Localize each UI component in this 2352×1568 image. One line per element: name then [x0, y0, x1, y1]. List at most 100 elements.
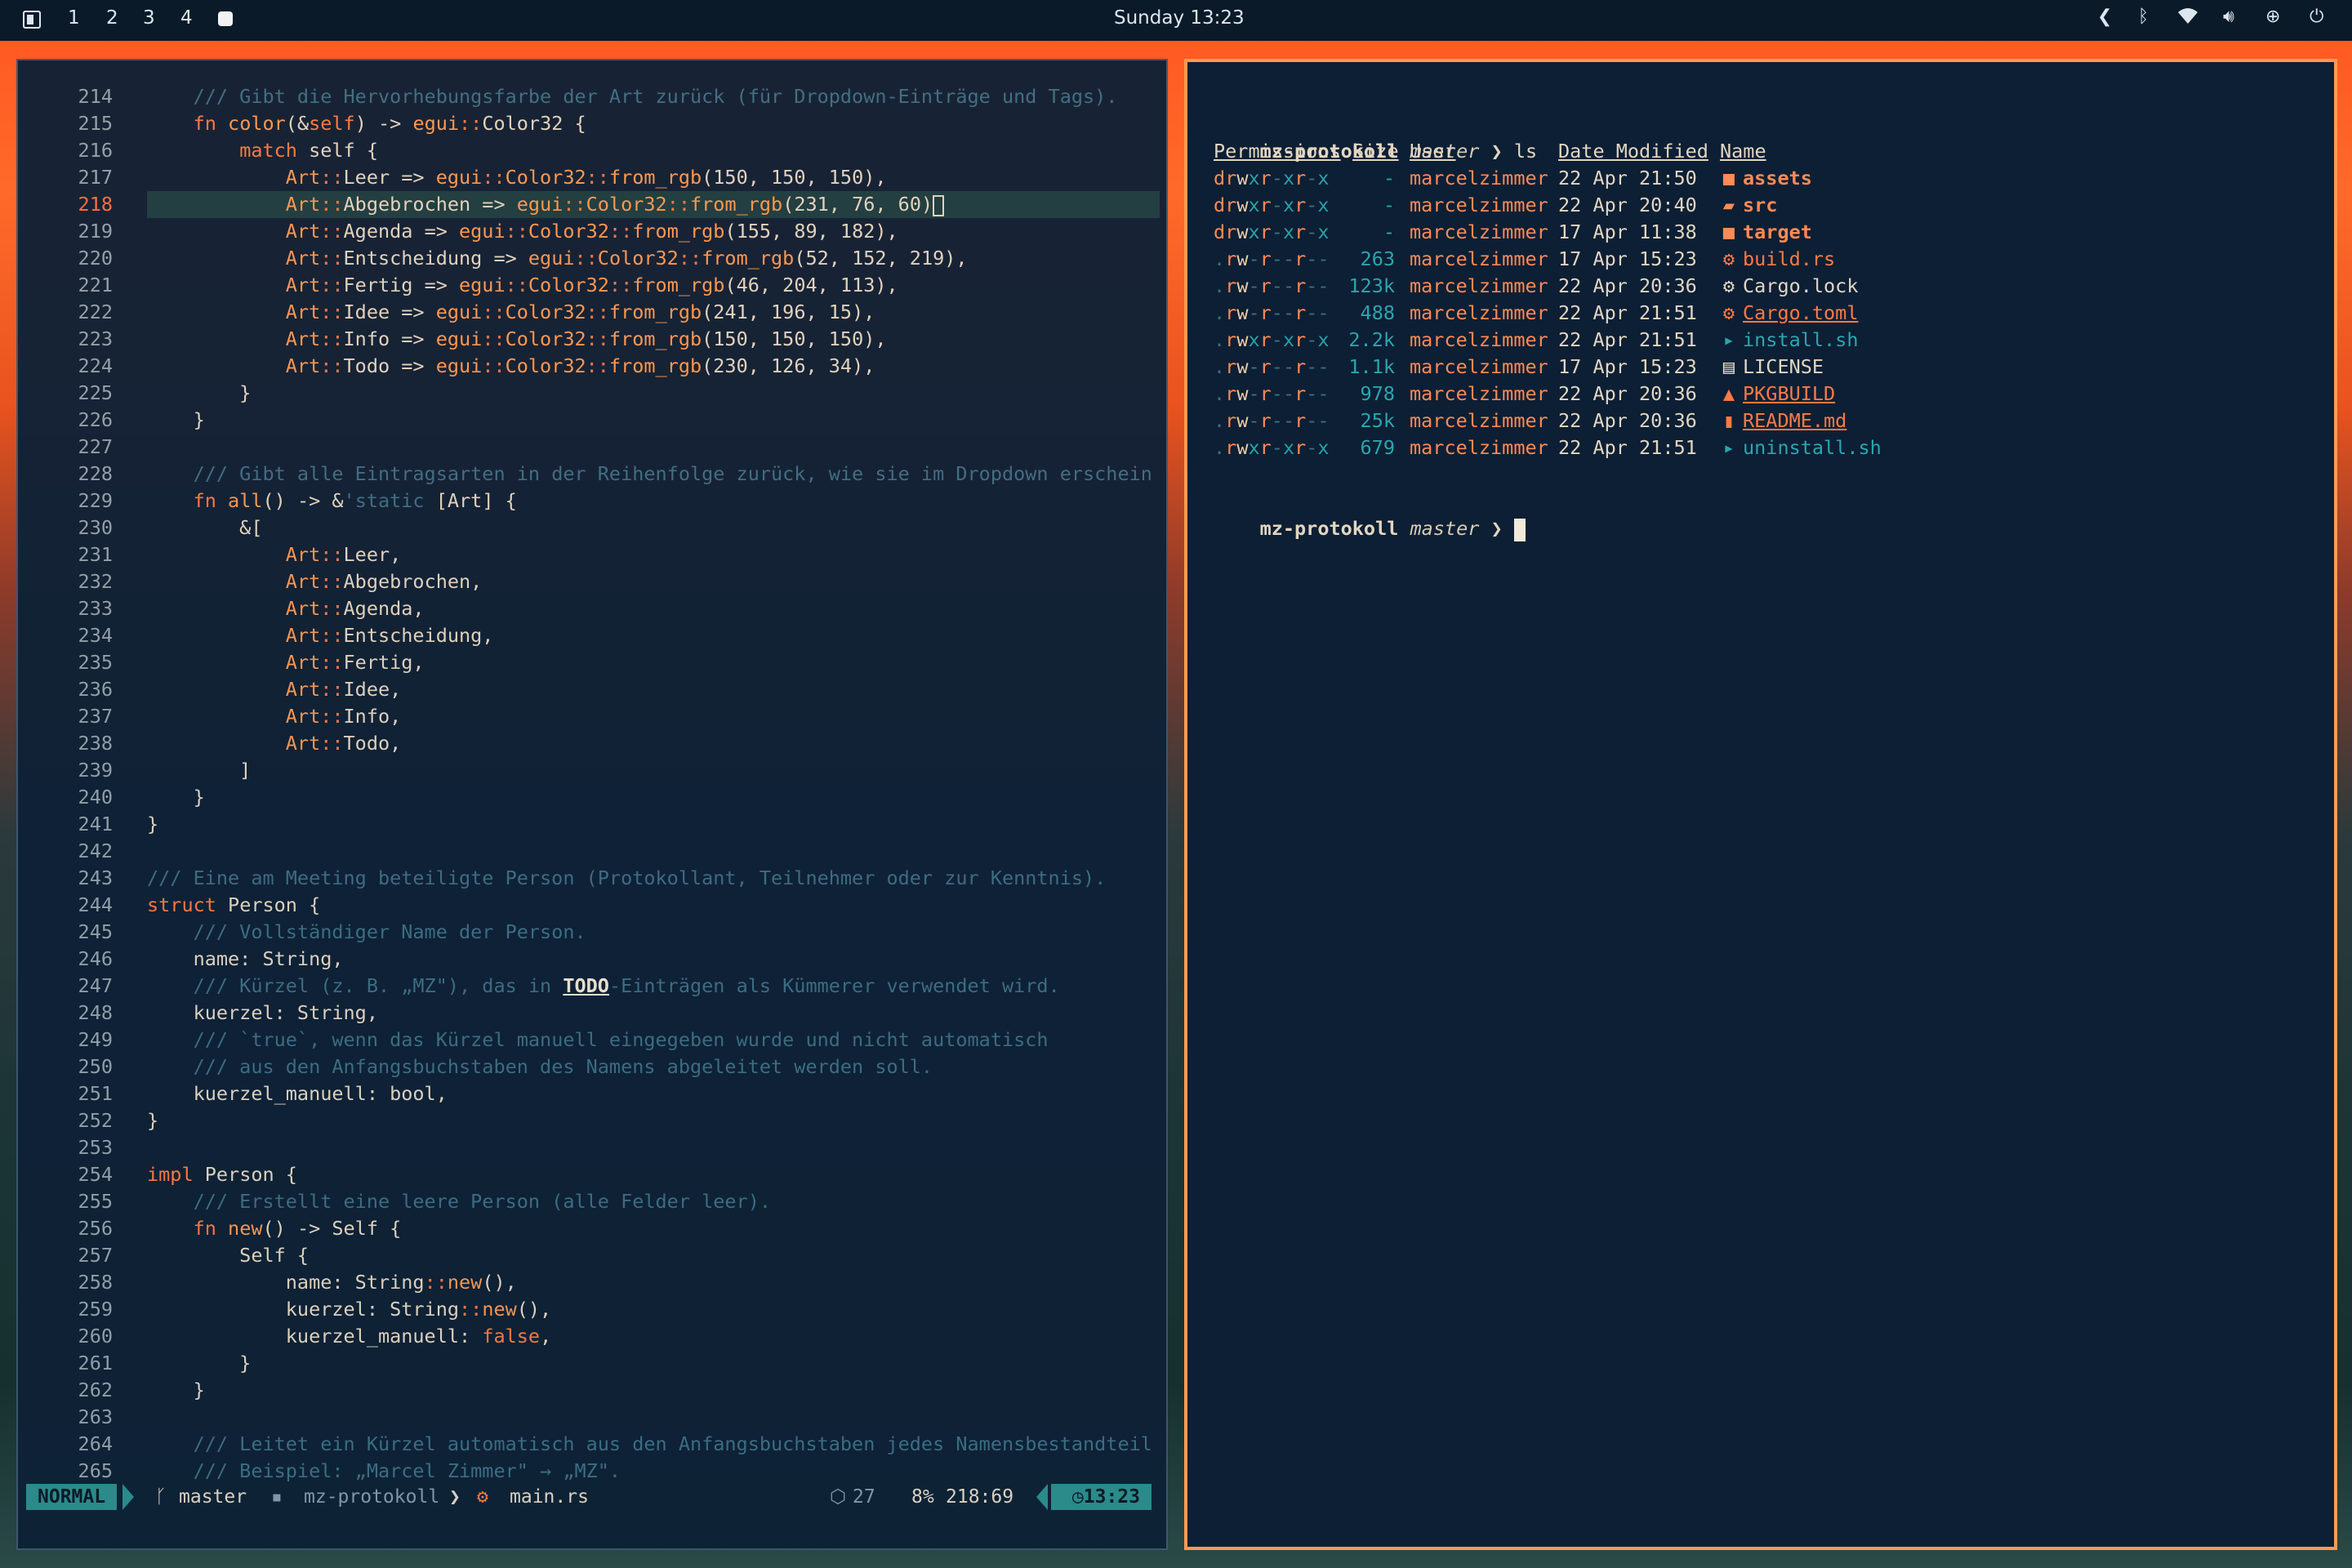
file-name[interactable]: install.sh: [1743, 327, 1858, 354]
file-name[interactable]: src: [1743, 192, 1777, 219]
code-token: from_rgb: [632, 274, 725, 296]
code-line[interactable]: 256 fn new() -> Self {: [18, 1215, 1137, 1242]
code-line[interactable]: 246 name: String,: [18, 946, 1137, 973]
code-token: }: [147, 1379, 205, 1401]
code-token: (),: [516, 1298, 552, 1321]
ls-header-row: Permissions Size User Date Modified Name: [1214, 138, 2275, 165]
code-line[interactable]: 247 /// Kürzel (z. B. „MZ"), das in TODO…: [18, 973, 1137, 1000]
code-token: (52, 152, 219),: [794, 247, 968, 270]
code-line[interactable]: 259 kuerzel: String::new(),: [18, 1296, 1137, 1323]
code-line[interactable]: 235 Art::Fertig,: [18, 649, 1137, 676]
code-line[interactable]: 263: [18, 1404, 1137, 1431]
network-icon[interactable]: ⊕: [2265, 7, 2280, 27]
code-token: Idee =>: [343, 301, 436, 323]
code-line[interactable]: 264 /// Leitet ein Kürzel automatisch au…: [18, 1431, 1152, 1458]
code-line[interactable]: 240 }: [18, 784, 1137, 811]
code-line[interactable]: 265 /// Beispiel: „Marcel Zimmer" → „MZ"…: [18, 1458, 1137, 1485]
code-line[interactable]: 254 impl Person {: [18, 1161, 1137, 1188]
code-token: ::: [320, 597, 344, 620]
code-line[interactable]: 242: [18, 838, 1137, 865]
code-token: from_rgb: [702, 247, 795, 270]
code-line[interactable]: 227: [18, 434, 1137, 461]
code-line[interactable]: 257 Self {: [18, 1242, 1137, 1269]
code-line[interactable]: 228 /// Gibt alle Eintragsarten in der R…: [18, 461, 1152, 488]
ls-row: .rwxr-xr-x 679 marcelzimmer 22 Apr 21:51 ▸ un…: [1214, 434, 2275, 461]
terminal-cursor: [1513, 518, 1526, 541]
file-name[interactable]: target: [1743, 219, 1812, 246]
code-line[interactable]: 245 /// Vollständiger Name der Person.: [18, 919, 1137, 946]
code-line[interactable]: 221 Art::Fertig => egui::Color32::from_r…: [18, 272, 1137, 299]
code-text: /// aus den Anfangsbuchstaben des Namens…: [147, 1054, 933, 1080]
date-modified: 17 Apr 15:23: [1558, 355, 1697, 378]
workspace-2[interactable]: 2: [106, 7, 118, 29]
code-line[interactable]: 222 Art::Idee => egui::Color32::from_rgb…: [18, 299, 1137, 326]
code-line[interactable]: 214 /// Gibt die Hervorhebungsfarbe der …: [18, 83, 1137, 110]
bluetooth-icon[interactable]: ᛒ: [2138, 7, 2149, 27]
code-line[interactable]: 258 name: String::new(),: [18, 1269, 1137, 1296]
workspace-4[interactable]: 4: [180, 7, 193, 29]
code-line[interactable]: 225 }: [18, 380, 1137, 407]
code-line[interactable]: 216 match self {: [18, 137, 1137, 164]
code-line[interactable]: 255 /// Erstellt eine leere Person (alle…: [18, 1188, 1137, 1215]
code-line[interactable]: 218 Art::Abgebrochen => egui::Color32::f…: [78, 191, 1160, 218]
workspace-3[interactable]: 3: [143, 7, 155, 29]
code-line[interactable]: 250 /// aus den Anfangsbuchstaben des Na…: [18, 1054, 1137, 1080]
code-token: Color32: [597, 247, 679, 270]
editor-pane[interactable]: 214 /// Gibt die Hervorhebungsfarbe der …: [16, 59, 1168, 1550]
mode-indicator: NORMAL: [26, 1484, 118, 1510]
file-name[interactable]: assets: [1743, 165, 1812, 192]
terminal-pane[interactable]: mz-protokoll master ❯ ls Permissions Siz…: [1184, 59, 2337, 1550]
tray-expand-icon[interactable]: ❮: [2097, 7, 2112, 27]
code-line[interactable]: 232 Art::Abgebrochen,: [18, 568, 1137, 595]
clock[interactable]: Sunday 13:23: [1114, 7, 1245, 29]
code-token: Leer,: [343, 543, 402, 566]
code-line[interactable]: 244 struct Person {: [18, 892, 1137, 919]
code-line[interactable]: 251 kuerzel_manuell: bool,: [18, 1080, 1137, 1107]
code-line[interactable]: 253: [18, 1134, 1137, 1161]
code-line[interactable]: 223 Art::Info => egui::Color32::from_rgb…: [18, 326, 1137, 353]
file-name[interactable]: uninstall.sh: [1743, 434, 1882, 461]
code-text: ]: [147, 757, 251, 784]
code-line[interactable]: 229 fn all() -> &'static [Art] {: [18, 488, 1137, 514]
code-line[interactable]: 237 Art::Info,: [18, 703, 1137, 730]
file-name[interactable]: Cargo.toml: [1743, 300, 1858, 327]
code-line[interactable]: 260 kuerzel_manuell: false,: [18, 1323, 1137, 1350]
code-line[interactable]: 215 fn color(&self) -> egui::Color32 {: [18, 110, 1137, 137]
code-line[interactable]: 241}: [18, 811, 1137, 838]
header-size: Size: [1352, 140, 1399, 163]
code-line[interactable]: 234 Art::Entscheidung,: [18, 622, 1137, 649]
code-line[interactable]: 261 }: [18, 1350, 1137, 1377]
code-line[interactable]: 224 Art::Todo => egui::Color32::from_rgb…: [18, 353, 1137, 380]
prompt-line-current[interactable]: mz-protokoll master ❯: [1214, 488, 1526, 541]
file-name[interactable]: README.md: [1743, 408, 1846, 434]
code-line[interactable]: 226 }: [18, 407, 1137, 434]
code-line[interactable]: 231 Art::Leer,: [18, 541, 1137, 568]
file-name[interactable]: build.rs: [1743, 246, 1835, 273]
code-line[interactable]: 262 }: [18, 1377, 1137, 1404]
code-line[interactable]: 217 Art::Leer => egui::Color32::from_rgb…: [18, 164, 1137, 191]
code-token: Abgebrochen,: [343, 570, 483, 593]
code-line[interactable]: 230 &[: [18, 514, 1137, 541]
code-line[interactable]: 238 Art::Todo,: [18, 730, 1137, 757]
code-line[interactable]: 249 /// `true`, wenn das Kürzel manuell …: [18, 1027, 1137, 1054]
code-line[interactable]: 252}: [18, 1107, 1137, 1134]
file-name[interactable]: PKGBUILD: [1743, 381, 1835, 408]
code-line[interactable]: 236 Art::Idee,: [18, 676, 1137, 703]
workspace-active-indicator[interactable]: [218, 11, 233, 26]
file-size: 2.2k: [1348, 328, 1395, 351]
volume-icon[interactable]: 🔊︎: [2223, 7, 2234, 27]
workspace-overview-icon[interactable]: [23, 11, 41, 29]
code-line[interactable]: 233 Art::Agenda,: [18, 595, 1137, 622]
code-token: ::: [586, 327, 609, 350]
code-line[interactable]: 239 ]: [18, 757, 1137, 784]
code-line[interactable]: 219 Art::Agenda => egui::Color32::from_r…: [18, 218, 1137, 245]
code-line[interactable]: 220 Art::Entscheidung => egui::Color32::…: [18, 245, 1137, 272]
workspace-1[interactable]: 1: [68, 7, 80, 29]
code-line[interactable]: 243 /// Eine am Meeting beteiligte Person…: [18, 865, 1137, 892]
file-name[interactable]: Cargo.lock: [1743, 273, 1858, 300]
code-token: ::: [574, 247, 598, 270]
file-name[interactable]: LICENSE: [1743, 354, 1824, 381]
wifi-icon[interactable]: [2177, 7, 2198, 29]
power-icon[interactable]: ⏻: [2310, 7, 2323, 27]
code-line[interactable]: 248 kuerzel: String,: [18, 1000, 1137, 1027]
